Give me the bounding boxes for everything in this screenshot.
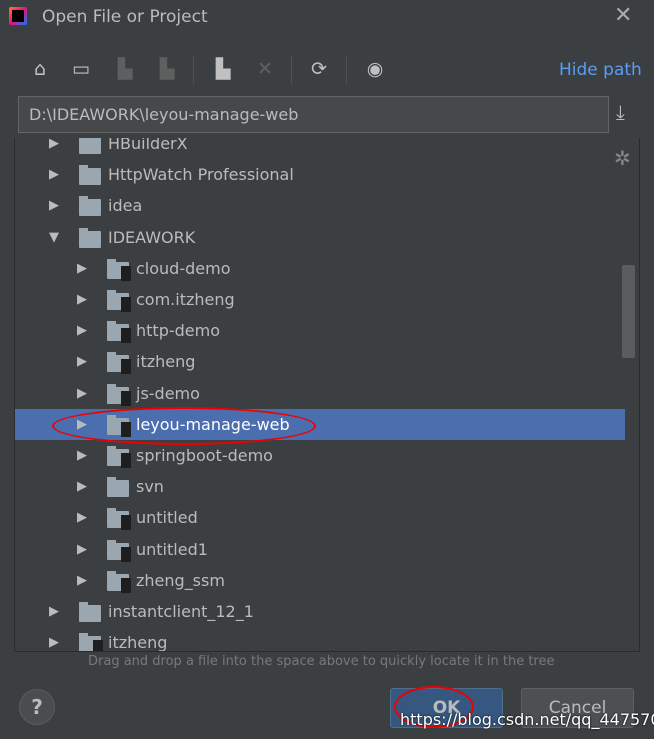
folder-icon	[79, 196, 101, 217]
folder-icon	[79, 138, 101, 154]
tree-row[interactable]: ▶ itzheng	[15, 627, 625, 652]
project-folder-icon[interactable]: ▙	[112, 56, 138, 82]
path-input[interactable]: D:\IDEAWORK\leyou-manage-web	[18, 96, 609, 133]
delete-icon[interactable]: ✕	[252, 56, 278, 82]
collapsed-arrow-icon[interactable]: ▶	[77, 386, 87, 401]
module-folder-icon	[107, 352, 131, 375]
tree-row-label: itzheng	[136, 352, 196, 372]
tree-row[interactable]: ▶ zheng_ssm	[15, 565, 625, 596]
tree-row-label: com.itzheng	[136, 290, 235, 309]
tree-row-label: js-demo	[136, 383, 200, 403]
tree-row[interactable]: ▶ idea	[15, 190, 625, 221]
collapsed-arrow-icon[interactable]: ▶	[49, 138, 59, 151]
collapsed-arrow-icon[interactable]: ▶	[77, 354, 87, 369]
tree-row-label: springboot-demo	[136, 446, 273, 465]
collapsed-arrow-icon[interactable]: ▶	[77, 292, 87, 307]
tree-row[interactable]: ▶ http-demo	[15, 315, 625, 346]
folder-icon	[79, 227, 101, 248]
module-folder-icon	[107, 570, 131, 593]
tree-row[interactable]: ▼ IDEAWORK	[15, 222, 625, 253]
desktop-icon[interactable]: ▭	[68, 56, 94, 82]
collapsed-arrow-icon[interactable]: ▶	[77, 261, 87, 276]
tree-row-label: instantclient_12_1	[108, 602, 254, 621]
collapsed-arrow-icon[interactable]: ▶	[77, 323, 87, 338]
module-folder-icon	[107, 539, 131, 562]
intellij-logo-icon	[9, 7, 27, 25]
show-hidden-icon[interactable]: ◉	[362, 56, 388, 82]
collapsed-arrow-icon[interactable]: ▶	[77, 479, 87, 494]
close-icon[interactable]: ✕	[614, 3, 632, 28]
tree-row-label: HBuilderX	[108, 138, 188, 153]
collapsed-arrow-icon[interactable]: ▶	[49, 167, 59, 182]
folder-icon	[79, 165, 101, 186]
red-annotation-circle	[52, 407, 316, 445]
module-folder-icon[interactable]: ▙	[154, 56, 180, 82]
tree-row-label: IDEAWORK	[108, 227, 196, 247]
tree-row[interactable]: ▶ com.itzheng	[15, 284, 625, 315]
hide-path-link[interactable]: Hide path	[559, 60, 642, 80]
tree-row[interactable]: ▶ HBuilderX	[15, 138, 625, 159]
tree-row[interactable]: ▶ untitled	[15, 502, 625, 533]
collapsed-arrow-icon[interactable]: ▶	[49, 198, 59, 213]
tree-row[interactable]: ▶ springboot-demo	[15, 440, 625, 471]
expanded-arrow-icon[interactable]: ▼	[49, 230, 59, 245]
toolbar-divider	[291, 56, 292, 84]
tree-row[interactable]: ▶ itzheng	[15, 346, 625, 377]
tree-row-label: http-demo	[136, 321, 220, 341]
tree-row-label: zheng_ssm	[136, 570, 225, 590]
module-folder-icon	[79, 633, 103, 651]
tree-row[interactable]: ▶ svn	[15, 471, 625, 502]
tree-row-label: svn	[136, 477, 164, 497]
tree-row[interactable]: ▶ cloud-demo	[15, 253, 625, 284]
collapsed-arrow-icon[interactable]: ▶	[77, 573, 87, 588]
file-tree[interactable]: ▶ HBuilderX ▶ HttpWatch Professional ▶ idea ▼ I…	[14, 138, 640, 652]
tree-row-label: itzheng	[108, 633, 168, 652]
toolbar-divider	[193, 56, 194, 84]
download-icon[interactable]: ⤓	[616, 100, 625, 124]
collapsed-arrow-icon[interactable]: ▶	[49, 635, 59, 650]
tree-row[interactable]: ▶ instantclient_12_1	[15, 596, 625, 627]
collapsed-arrow-icon[interactable]: ▶	[77, 448, 87, 463]
module-folder-icon	[107, 508, 131, 531]
module-folder-icon	[107, 258, 131, 281]
folder-icon	[79, 602, 101, 622]
new-folder-icon[interactable]: ▙	[210, 56, 236, 82]
drag-drop-hint: Drag and drop a file into the space abov…	[88, 654, 555, 669]
home-icon[interactable]: ⌂	[27, 56, 53, 82]
tree-row-label: untitled	[136, 508, 198, 528]
collapsed-arrow-icon[interactable]: ▶	[77, 510, 87, 525]
tree-row[interactable]: ▶ js-demo	[15, 378, 625, 409]
module-folder-icon	[107, 446, 131, 468]
tree-scrollbar[interactable]	[622, 265, 635, 358]
refresh-icon[interactable]: ⟳	[306, 56, 332, 82]
folder-icon	[107, 477, 129, 498]
module-folder-icon	[107, 321, 131, 344]
tree-row-label: HttpWatch Professional	[108, 165, 294, 185]
tree-row[interactable]: ▶ HttpWatch Professional	[15, 159, 625, 190]
tree-row-label: idea	[108, 196, 143, 216]
toolbar-divider	[346, 56, 347, 84]
collapsed-arrow-icon[interactable]: ▶	[77, 542, 87, 557]
tree-row-label: untitled1	[136, 539, 208, 559]
collapsed-arrow-icon[interactable]: ▶	[49, 604, 59, 619]
tree-row-label: cloud-demo	[136, 258, 231, 278]
window-title: Open File or Project	[42, 7, 208, 27]
module-folder-icon	[107, 383, 131, 406]
tree-row[interactable]: ▶ untitled1	[15, 534, 625, 565]
watermark: https://blog.csdn.net/qq_44757034	[400, 710, 654, 729]
loading-spinner-icon: ✲	[614, 146, 631, 170]
module-folder-icon	[107, 290, 131, 312]
help-button[interactable]: ?	[19, 689, 55, 725]
